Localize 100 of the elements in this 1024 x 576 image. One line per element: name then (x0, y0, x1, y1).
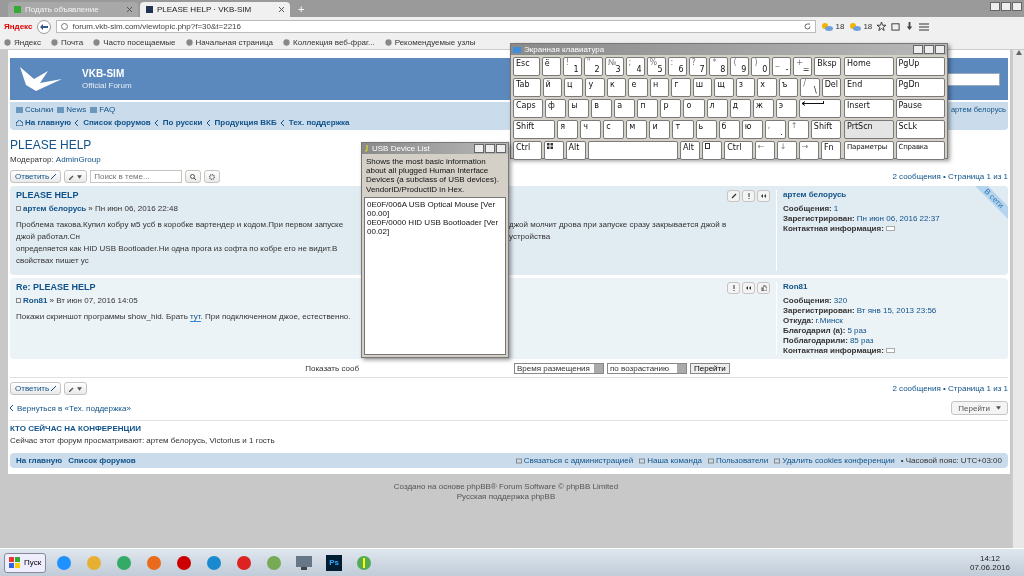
post-link[interactable]: тут (190, 312, 201, 322)
post-title[interactable]: Re: PLEASE HELP (16, 282, 96, 292)
weather-widget[interactable]: 18 (821, 22, 845, 31)
search-button[interactable] (185, 170, 202, 183)
key[interactable]: е (628, 78, 648, 97)
key[interactable]: х (757, 78, 777, 97)
breadcrumb-link[interactable]: Продукция ВКБ (214, 118, 277, 127)
footer-link[interactable]: Наша команда (639, 456, 702, 465)
key[interactable]: + = (793, 57, 813, 76)
key[interactable]: ← (754, 141, 775, 160)
key[interactable]: т (672, 120, 694, 139)
menu-icon[interactable] (919, 22, 930, 31)
key[interactable]: Home (844, 57, 894, 76)
key[interactable]: ё (541, 57, 561, 76)
sort-select[interactable]: Время размещения (514, 363, 604, 374)
key[interactable]: я (557, 120, 579, 139)
post-action-button[interactable] (757, 190, 770, 202)
key[interactable]: № 3 (604, 57, 624, 76)
post-action-button[interactable] (757, 282, 770, 294)
settings-button[interactable] (204, 170, 221, 183)
scroll-up-arrow-icon[interactable] (1015, 50, 1022, 55)
key[interactable]: Alt (680, 141, 701, 160)
bookmark[interactable]: Яндекс (4, 38, 41, 47)
weather-widget[interactable]: 18 (849, 22, 873, 31)
post-action-button[interactable] (727, 190, 740, 202)
star-icon[interactable] (877, 22, 887, 31)
key[interactable]: Fn (820, 141, 841, 160)
breadcrumb-link[interactable]: Тех. поддержка (288, 118, 350, 127)
enter-key[interactable] (798, 99, 841, 118)
key[interactable]: Caps (513, 99, 544, 118)
key[interactable]: с (603, 120, 625, 139)
key[interactable]: * 8 (709, 57, 729, 76)
key[interactable]: / \ (800, 78, 820, 97)
key[interactable]: → (798, 141, 819, 160)
key[interactable]: PgUp (895, 57, 945, 76)
key[interactable]: Tab (513, 78, 541, 97)
key[interactable]: щ (714, 78, 734, 97)
post-action-button[interactable] (742, 282, 755, 294)
browser-tab[interactable]: PLEASE HELP · VKB-SIM (140, 2, 290, 17)
key[interactable]: Shift (513, 120, 556, 139)
profile-name[interactable]: Ron81 (783, 282, 808, 291)
key[interactable]: р (660, 99, 682, 118)
key[interactable]: _ - (772, 57, 792, 76)
reply-button[interactable]: Ответить (10, 382, 62, 395)
footer-link[interactable]: Список форумов (68, 456, 136, 465)
back-button[interactable] (37, 19, 52, 34)
key[interactable]: ; 4 (625, 57, 645, 76)
nav-link[interactable]: News (57, 105, 87, 114)
footer-link[interactable]: Пользователи (708, 456, 769, 465)
key[interactable]: ! 1 (562, 57, 582, 76)
key[interactable]: ScLk (895, 120, 945, 139)
device-item[interactable]: 0E0F/0000 HID USB Bootloader [Ver 00.02] (367, 217, 503, 236)
close-icon[interactable] (279, 7, 284, 12)
key[interactable]: з (735, 78, 756, 97)
go-button[interactable]: Перейти (690, 363, 730, 374)
key[interactable]: PgDn (895, 78, 945, 97)
key[interactable]: у (585, 78, 605, 97)
key[interactable]: ) 0 (751, 57, 771, 76)
key[interactable]: Shift (810, 120, 841, 139)
menu-key[interactable] (702, 141, 723, 160)
key[interactable]: End (844, 78, 894, 97)
key[interactable]: Alt (565, 141, 586, 160)
jump-button[interactable]: Перейти (951, 401, 1008, 415)
key[interactable]: Bksp (814, 57, 842, 76)
key[interactable]: й (542, 78, 562, 97)
tools-button[interactable] (64, 170, 88, 183)
nav-link[interactable]: FAQ (90, 105, 116, 114)
key[interactable]: о (683, 99, 705, 118)
close-icon[interactable] (127, 7, 132, 12)
key[interactable]: ф (545, 99, 567, 118)
key[interactable]: % 5 (646, 57, 666, 76)
windows-key[interactable] (543, 141, 564, 160)
search-field[interactable]: Поиск в теме... (90, 170, 183, 183)
bookmark[interactable]: Начальная страница (185, 38, 273, 47)
bookmark[interactable]: Рекомендуемые узлы (384, 38, 476, 47)
order-select[interactable]: по возрастанию (607, 363, 687, 374)
tools-button[interactable] (64, 382, 88, 395)
key[interactable]: н (649, 78, 670, 97)
bookmark[interactable]: Часто посещаемые (93, 38, 176, 47)
key[interactable]: ? 7 (688, 57, 708, 76)
key[interactable]: Ctrl (724, 141, 753, 160)
key[interactable]: Pause (895, 99, 945, 118)
key[interactable]: Del (821, 78, 842, 97)
nav-link[interactable]: Ссылки (16, 105, 54, 114)
key[interactable]: Esc (513, 57, 540, 76)
key[interactable]: ы (568, 99, 590, 118)
space-key[interactable] (587, 141, 679, 160)
key[interactable]: Insert (844, 99, 894, 118)
breadcrumb-link[interactable]: На главную (16, 118, 72, 127)
key[interactable]: м (626, 120, 648, 139)
key[interactable]: Ctrl (513, 141, 542, 160)
reply-button[interactable]: Ответить (10, 170, 62, 183)
post-title[interactable]: PLEASE HELP (16, 190, 79, 200)
key[interactable]: и (649, 120, 671, 139)
key[interactable]: п (637, 99, 659, 118)
key[interactable]: ш (692, 78, 713, 97)
key[interactable]: ч (580, 120, 602, 139)
key[interactable]: , . (764, 120, 786, 139)
key[interactable]: в (591, 99, 613, 118)
key[interactable]: а (614, 99, 636, 118)
